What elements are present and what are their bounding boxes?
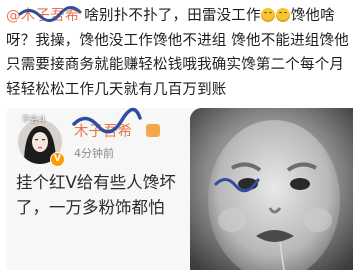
card-author-name[interactable]: 木子吾希 [74,120,132,141]
level-badge-icon [146,124,160,137]
avatar-label: 不会斗 [22,115,46,124]
crying-baby-meme-image[interactable] [190,108,353,270]
verified-badge-icon: V [50,152,65,167]
laughing-emoji-icon [261,8,276,22]
baby-face-icon [190,108,353,270]
post-text-rest: 呀？我操，馋他没工作馋他不进组 馋他不能进组馋他只需要接商务就能赚轻松钱哦我确实… [6,32,349,98]
card-timestamp: 4分钟前 [74,147,114,160]
laughing-emoji-icon [276,8,291,22]
mention-link[interactable]: @木子吾希 [6,8,80,24]
post-text-line1-tail: 馋他啥 [290,8,335,24]
post-text-line1: 啥别扑不扑了，田雷没工作 [79,8,261,24]
post-text: @木子吾希 啥别扑不扑了，田雷没工作 馋他啥呀？我操，馋他没工作馋他不进组 馋他不… [6,4,351,102]
